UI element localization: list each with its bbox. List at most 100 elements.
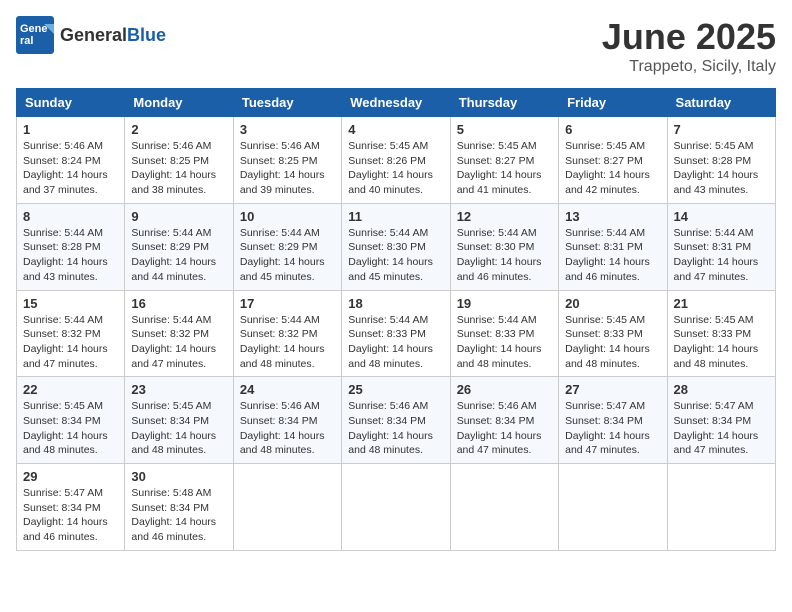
day-number: 24 xyxy=(240,382,335,397)
table-row: 6Sunrise: 5:45 AM Sunset: 8:27 PM Daylig… xyxy=(559,117,667,204)
cell-content: Sunrise: 5:44 AM Sunset: 8:31 PM Dayligh… xyxy=(674,226,769,285)
cell-content: Sunrise: 5:45 AM Sunset: 8:33 PM Dayligh… xyxy=(565,313,660,372)
cell-content: Sunrise: 5:44 AM Sunset: 8:29 PM Dayligh… xyxy=(131,226,226,285)
calendar-header-row: Sunday Monday Tuesday Wednesday Thursday… xyxy=(17,89,776,117)
table-row xyxy=(233,464,341,551)
table-row: 5Sunrise: 5:45 AM Sunset: 8:27 PM Daylig… xyxy=(450,117,558,204)
table-row xyxy=(342,464,450,551)
table-row: 14 Sunrise: 5:44 AM Sunset: 8:31 PM Dayli… xyxy=(667,203,775,290)
location: Trappeto, Sicily, Italy xyxy=(602,58,776,76)
day-number: 14 xyxy=(674,209,769,224)
logo-blue-text: Blue xyxy=(127,25,166,45)
table-row: 28 Sunrise: 5:47 AM Sunset: 8:34 PM Dayli… xyxy=(667,377,775,464)
day-number: 27 xyxy=(565,382,660,397)
day-number: 13 xyxy=(565,209,660,224)
day-number: 17 xyxy=(240,296,335,311)
cell-content: Sunrise: 5:47 AM Sunset: 8:34 PM Dayligh… xyxy=(674,399,769,458)
col-friday: Friday xyxy=(559,89,667,117)
cell-content: Sunrise: 5:45 AM Sunset: 8:34 PM Dayligh… xyxy=(131,399,226,458)
table-row: 1 Sunrise: 5:46 AM Sunset: 8:24 PM Daylig… xyxy=(17,117,125,204)
cell-content: Sunrise: 5:46 AM Sunset: 8:34 PM Dayligh… xyxy=(348,399,443,458)
table-row: 8Sunrise: 5:44 AM Sunset: 8:28 PM Daylig… xyxy=(17,203,125,290)
table-row: 13Sunrise: 5:44 AM Sunset: 8:31 PM Dayli… xyxy=(559,203,667,290)
cell-content: Sunrise: 5:45 AM Sunset: 8:33 PM Dayligh… xyxy=(674,313,769,372)
page-header: Gene ral GeneralBlue June 2025 Trappeto,… xyxy=(16,16,776,76)
day-number: 12 xyxy=(457,209,552,224)
cell-content: Sunrise: 5:46 AM Sunset: 8:34 PM Dayligh… xyxy=(457,399,552,458)
cell-content: Sunrise: 5:47 AM Sunset: 8:34 PM Dayligh… xyxy=(23,486,118,545)
table-row: 11Sunrise: 5:44 AM Sunset: 8:30 PM Dayli… xyxy=(342,203,450,290)
table-row: 17 Sunrise: 5:44 AM Sunset: 8:32 PM Dayli… xyxy=(233,290,341,377)
day-number: 9 xyxy=(131,209,226,224)
cell-content: Sunrise: 5:44 AM Sunset: 8:32 PM Dayligh… xyxy=(131,313,226,372)
table-row: 3 Sunrise: 5:46 AM Sunset: 8:25 PM Daylig… xyxy=(233,117,341,204)
day-number: 22 xyxy=(23,382,118,397)
cell-content: Sunrise: 5:45 AM Sunset: 8:28 PM Dayligh… xyxy=(674,139,769,198)
cell-content: Sunrise: 5:46 AM Sunset: 8:25 PM Dayligh… xyxy=(131,139,226,198)
day-number: 20 xyxy=(565,296,660,311)
table-row: 21 Sunrise: 5:45 AM Sunset: 8:33 PM Dayli… xyxy=(667,290,775,377)
day-number: 6 xyxy=(565,122,660,137)
table-row xyxy=(559,464,667,551)
table-row: 15 Sunrise: 5:44 AM Sunset: 8:32 PM Dayli… xyxy=(17,290,125,377)
cell-content: Sunrise: 5:46 AM Sunset: 8:24 PM Dayligh… xyxy=(23,139,118,198)
cell-content: Sunrise: 5:46 AM Sunset: 8:25 PM Dayligh… xyxy=(240,139,335,198)
day-number: 7 xyxy=(674,122,769,137)
day-number: 29 xyxy=(23,469,118,484)
table-row: 16Sunrise: 5:44 AM Sunset: 8:32 PM Dayli… xyxy=(125,290,233,377)
day-number: 15 xyxy=(23,296,118,311)
cell-content: Sunrise: 5:44 AM Sunset: 8:33 PM Dayligh… xyxy=(348,313,443,372)
day-number: 3 xyxy=(240,122,335,137)
cell-content: Sunrise: 5:44 AM Sunset: 8:32 PM Dayligh… xyxy=(23,313,118,372)
logo-general-text: General xyxy=(60,25,127,45)
table-row: 10Sunrise: 5:44 AM Sunset: 8:29 PM Dayli… xyxy=(233,203,341,290)
calendar-week-row: 15 Sunrise: 5:44 AM Sunset: 8:32 PM Dayli… xyxy=(17,290,776,377)
table-row: 24 Sunrise: 5:46 AM Sunset: 8:34 PM Dayli… xyxy=(233,377,341,464)
table-row: 4Sunrise: 5:45 AM Sunset: 8:26 PM Daylig… xyxy=(342,117,450,204)
table-row: 30 Sunrise: 5:48 AM Sunset: 8:34 PM Dayli… xyxy=(125,464,233,551)
svg-text:ral: ral xyxy=(20,35,33,47)
day-number: 1 xyxy=(23,122,118,137)
day-number: 28 xyxy=(674,382,769,397)
cell-content: Sunrise: 5:44 AM Sunset: 8:30 PM Dayligh… xyxy=(457,226,552,285)
title-block: June 2025 Trappeto, Sicily, Italy xyxy=(602,16,776,76)
table-row: 19 Sunrise: 5:44 AM Sunset: 8:33 PM Dayli… xyxy=(450,290,558,377)
table-row: 26 Sunrise: 5:46 AM Sunset: 8:34 PM Dayli… xyxy=(450,377,558,464)
cell-content: Sunrise: 5:44 AM Sunset: 8:33 PM Dayligh… xyxy=(457,313,552,372)
cell-content: Sunrise: 5:46 AM Sunset: 8:34 PM Dayligh… xyxy=(240,399,335,458)
cell-content: Sunrise: 5:47 AM Sunset: 8:34 PM Dayligh… xyxy=(565,399,660,458)
calendar-week-row: 22 Sunrise: 5:45 AM Sunset: 8:34 PM Dayli… xyxy=(17,377,776,464)
calendar-table: Sunday Monday Tuesday Wednesday Thursday… xyxy=(16,88,776,551)
day-number: 4 xyxy=(348,122,443,137)
cell-content: Sunrise: 5:45 AM Sunset: 8:27 PM Dayligh… xyxy=(457,139,552,198)
calendar-week-row: 29 Sunrise: 5:47 AM Sunset: 8:34 PM Dayli… xyxy=(17,464,776,551)
col-thursday: Thursday xyxy=(450,89,558,117)
day-number: 30 xyxy=(131,469,226,484)
logo: Gene ral GeneralBlue xyxy=(16,16,166,54)
col-wednesday: Wednesday xyxy=(342,89,450,117)
col-tuesday: Tuesday xyxy=(233,89,341,117)
day-number: 23 xyxy=(131,382,226,397)
table-row: 27 Sunrise: 5:47 AM Sunset: 8:34 PM Dayli… xyxy=(559,377,667,464)
table-row xyxy=(667,464,775,551)
day-number: 2 xyxy=(131,122,226,137)
table-row: 18Sunrise: 5:44 AM Sunset: 8:33 PM Dayli… xyxy=(342,290,450,377)
day-number: 11 xyxy=(348,209,443,224)
calendar-week-row: 1 Sunrise: 5:46 AM Sunset: 8:24 PM Daylig… xyxy=(17,117,776,204)
table-row: 9 Sunrise: 5:44 AM Sunset: 8:29 PM Daylig… xyxy=(125,203,233,290)
table-row: 20 Sunrise: 5:45 AM Sunset: 8:33 PM Dayli… xyxy=(559,290,667,377)
day-number: 19 xyxy=(457,296,552,311)
day-number: 25 xyxy=(348,382,443,397)
cell-content: Sunrise: 5:44 AM Sunset: 8:32 PM Dayligh… xyxy=(240,313,335,372)
col-saturday: Saturday xyxy=(667,89,775,117)
table-row: 7 Sunrise: 5:45 AM Sunset: 8:28 PM Daylig… xyxy=(667,117,775,204)
table-row xyxy=(450,464,558,551)
cell-content: Sunrise: 5:48 AM Sunset: 8:34 PM Dayligh… xyxy=(131,486,226,545)
table-row: 12 Sunrise: 5:44 AM Sunset: 8:30 PM Dayli… xyxy=(450,203,558,290)
cell-content: Sunrise: 5:45 AM Sunset: 8:34 PM Dayligh… xyxy=(23,399,118,458)
day-number: 26 xyxy=(457,382,552,397)
cell-content: Sunrise: 5:44 AM Sunset: 8:28 PM Dayligh… xyxy=(23,226,118,285)
table-row: 29 Sunrise: 5:47 AM Sunset: 8:34 PM Dayli… xyxy=(17,464,125,551)
day-number: 10 xyxy=(240,209,335,224)
day-number: 21 xyxy=(674,296,769,311)
